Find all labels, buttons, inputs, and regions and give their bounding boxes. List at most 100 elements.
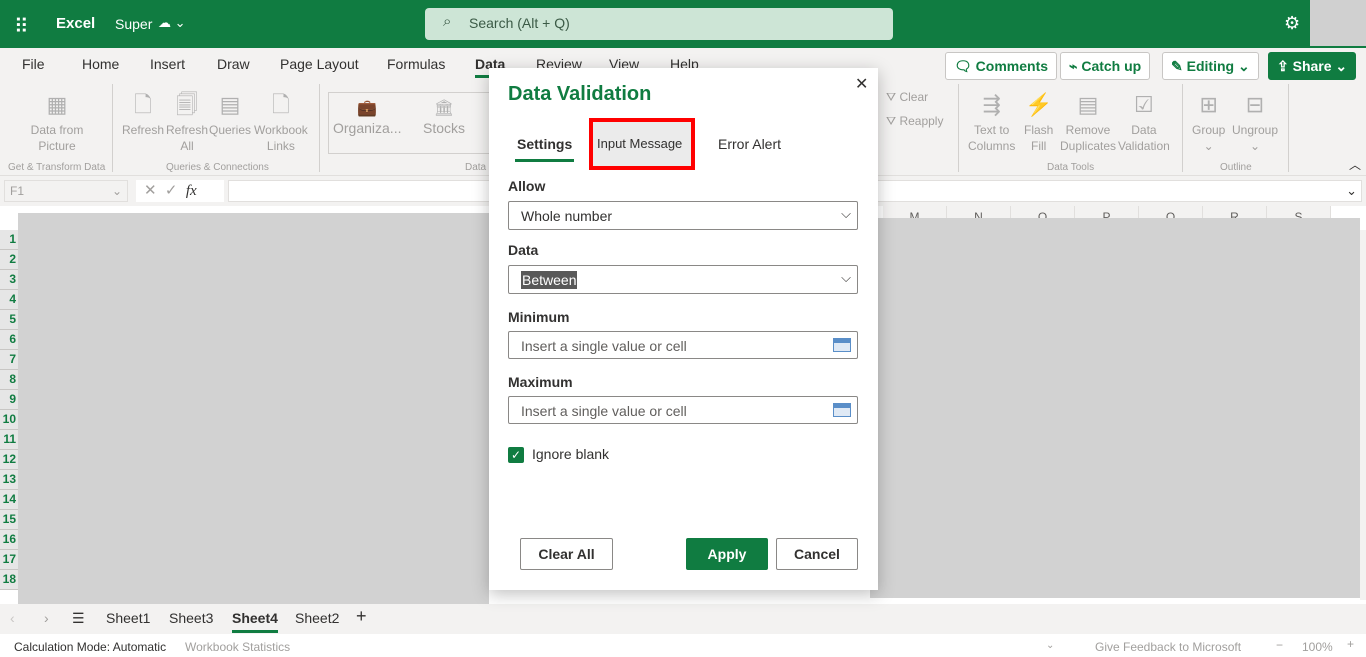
zoom-out-icon[interactable]: − [1276, 638, 1283, 652]
stocks-data-type[interactable]: 🏛 Stocks [423, 98, 465, 136]
data-validation-button[interactable]: ☑ Data Validation [1118, 88, 1170, 154]
document-name[interactable]: Super [115, 16, 152, 32]
search-placeholder: Search (Alt + Q) [469, 15, 570, 31]
divider [958, 84, 959, 172]
row-header[interactable]: 4 [0, 290, 18, 310]
clear-filter-button[interactable]: ⛛ Clear [886, 89, 928, 105]
row-header[interactable]: 6 [0, 330, 18, 350]
avatar[interactable] [1310, 0, 1366, 46]
label: Columns [968, 139, 1016, 153]
expand-formula-icon[interactable]: ⌄ [1346, 183, 1357, 199]
flash-fill-button[interactable]: ⚡ Flash Fill [1024, 88, 1053, 154]
all-sheets-menu-icon[interactable]: ☰ [72, 610, 85, 627]
workbook-statistics[interactable]: Workbook Statistics [185, 640, 290, 654]
cancel-icon[interactable]: ✕ [144, 182, 157, 199]
ignore-blank-label[interactable]: Ignore blank [532, 446, 609, 462]
row-header[interactable]: 8 [0, 370, 18, 390]
share-button[interactable]: ⇪ Share ⌄ [1268, 52, 1357, 80]
data-from-picture-button[interactable]: ▦ Data from Picture [22, 88, 92, 154]
vertical-scrollbar[interactable] [1360, 230, 1366, 600]
sheet-tab[interactable]: Sheet2 [295, 610, 339, 626]
cell-reference-icon[interactable] [833, 338, 851, 352]
chevron-down-icon: ⌵ [841, 270, 851, 285]
bank-icon: 🏛 [433, 100, 455, 117]
next-sheet-icon[interactable]: › [44, 610, 49, 626]
row-header[interactable]: 5 [0, 310, 18, 330]
search-input[interactable]: ⌕ Search (Alt + Q) [425, 8, 893, 40]
enter-icon[interactable]: ✓ [165, 182, 178, 199]
tab-formulas[interactable]: Formulas [387, 56, 445, 72]
tab-input-message[interactable]: Input Message [589, 118, 695, 170]
remove-duplicates-button[interactable]: ▤ Remove Duplicates [1060, 88, 1116, 154]
group-label: Data [465, 162, 487, 173]
refresh-button[interactable]: 🗋 Refresh [122, 88, 164, 138]
ungroup-icon: ⊟ [1245, 92, 1265, 117]
editing-mode-button[interactable]: ✎ Editing ⌄ [1162, 52, 1259, 80]
row-header[interactable]: 9 [0, 390, 18, 410]
row-header[interactable]: 7 [0, 350, 18, 370]
organization-data-type[interactable]: 💼 Organiza... [333, 98, 401, 136]
cell-reference-icon[interactable] [833, 403, 851, 417]
zoom-level[interactable]: 100% [1302, 640, 1333, 654]
ignore-blank-checkbox[interactable]: ✓ [508, 447, 524, 463]
maximum-input[interactable]: Insert a single value or cell [508, 396, 858, 424]
prev-sheet-icon[interactable]: ‹ [10, 610, 15, 626]
row-header[interactable]: 12 [0, 450, 18, 470]
row-header[interactable]: 15 [0, 510, 18, 530]
name-box[interactable]: F1 ⌄ [4, 180, 128, 202]
cancel-button[interactable]: Cancel [776, 538, 858, 570]
tab-draw[interactable]: Draw [217, 56, 250, 72]
row-header[interactable]: 14 [0, 490, 18, 510]
text-to-columns-button[interactable]: ⇶ Text to Columns [968, 88, 1015, 154]
row-header[interactable]: 17 [0, 550, 18, 570]
workbook-links-button[interactable]: 🗋 Workbook Links [254, 88, 308, 154]
queries-button[interactable]: ▤ Queries [209, 88, 251, 138]
allow-select[interactable]: Whole number ⌵ [508, 201, 858, 230]
group-button[interactable]: ⊞ Group ⌄ [1192, 88, 1225, 154]
insert-function-icon[interactable]: fx [186, 183, 197, 199]
row-header[interactable]: 13 [0, 470, 18, 490]
minimum-placeholder: Insert a single value or cell [521, 338, 687, 354]
app-launcher-icon[interactable]: ⠿ [14, 14, 29, 39]
label: Picture [38, 139, 76, 153]
apply-button[interactable]: Apply [686, 538, 768, 570]
tab-error-alert[interactable]: Error Alert [718, 136, 781, 152]
label: All [180, 139, 194, 153]
catch-up-button[interactable]: ⌁ Catch up [1060, 52, 1151, 80]
row-header[interactable]: 18 [0, 570, 18, 590]
editing-label: Editing [1186, 58, 1235, 74]
clear-all-button[interactable]: Clear All [520, 538, 613, 570]
chevron-down-icon[interactable]: ⌄ [1046, 640, 1054, 651]
comments-button[interactable]: 🗨 Comments [945, 52, 1058, 80]
minimum-input[interactable]: Insert a single value or cell [508, 331, 858, 359]
row-header[interactable]: 1 [0, 230, 18, 250]
dialog-title: Data Validation [508, 83, 652, 105]
data-select[interactable]: Between ⌵ [508, 265, 858, 294]
tab-home[interactable]: Home [82, 56, 119, 72]
row-header[interactable]: 10 [0, 410, 18, 430]
calculation-mode[interactable]: Calculation Mode: Automatic [14, 640, 166, 654]
maximum-label: Maximum [508, 374, 573, 390]
sheet-tab-active[interactable]: Sheet4 [232, 610, 278, 633]
tab-file[interactable]: File [22, 56, 45, 72]
row-header[interactable]: 16 [0, 530, 18, 550]
add-sheet-icon[interactable]: + [356, 606, 367, 627]
tab-settings[interactable]: Settings [514, 136, 575, 162]
sheet-tab[interactable]: Sheet3 [169, 610, 213, 626]
row-header[interactable]: 2 [0, 250, 18, 270]
sheet-tab-bar: ‹ › ☰ Sheet1 Sheet3 Sheet4 Sheet2 + [0, 604, 1366, 634]
tab-page-layout[interactable]: Page Layout [280, 56, 359, 72]
tab-insert[interactable]: Insert [150, 56, 185, 72]
sheet-tab[interactable]: Sheet1 [106, 610, 150, 626]
close-icon[interactable]: ✕ [855, 74, 868, 94]
settings-gear-icon[interactable]: ⚙ [1284, 13, 1300, 34]
row-header[interactable]: 3 [0, 270, 18, 290]
ungroup-button[interactable]: ⊟ Ungroup ⌄ [1232, 88, 1278, 154]
zoom-in-icon[interactable]: + [1347, 637, 1354, 651]
feedback-link[interactable]: Give Feedback to Microsoft [1095, 640, 1241, 654]
collapse-ribbon-icon[interactable]: ︿ [1349, 156, 1361, 173]
refresh-all-button[interactable]: 🗐 Refresh All [166, 88, 208, 154]
row-header[interactable]: 11 [0, 430, 18, 450]
app-name[interactable]: Excel [56, 15, 95, 32]
reapply-filter-button[interactable]: ⛛ Reapply [886, 113, 943, 129]
